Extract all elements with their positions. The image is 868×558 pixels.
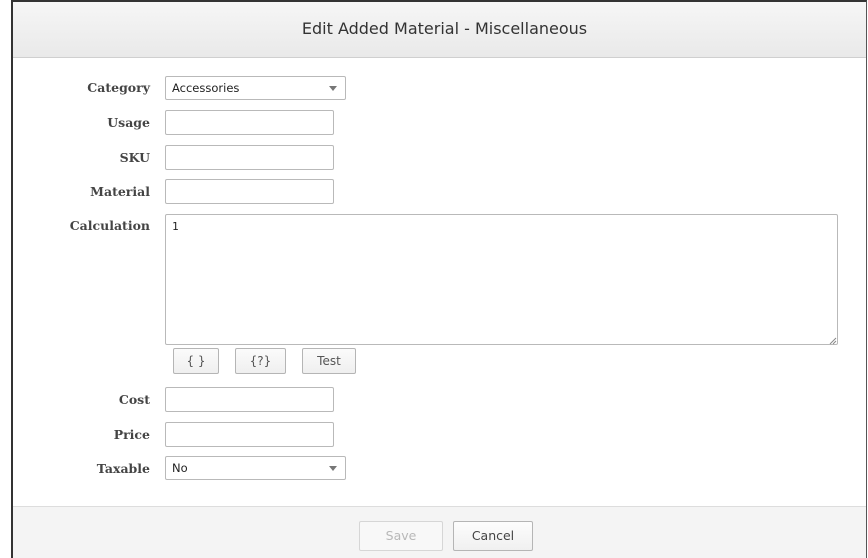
category-select[interactable]: Accessories (165, 76, 346, 100)
taxable-select[interactable]: No (165, 456, 346, 480)
usage-label: Usage (107, 115, 150, 130)
material-label: Material (90, 184, 150, 199)
chevron-down-icon (329, 86, 337, 91)
resize-grip-icon[interactable] (829, 337, 837, 345)
edit-material-dialog: Edit Added Material - Miscellaneous Cate… (11, 0, 867, 558)
cost-input[interactable] (165, 387, 334, 412)
test-calculation-button[interactable]: Test (302, 348, 356, 374)
taxable-select-value: No (172, 461, 188, 475)
calculation-label: Calculation (69, 218, 150, 233)
save-button[interactable]: Save (359, 521, 443, 551)
chevron-down-icon (329, 466, 337, 471)
cancel-button[interactable]: Cancel (453, 521, 533, 551)
field-help-button[interactable]: {?} (235, 348, 286, 374)
taxable-label: Taxable (96, 461, 150, 476)
category-select-value: Accessories (172, 81, 240, 95)
sku-label: SKU (119, 150, 150, 165)
price-label: Price (113, 427, 150, 442)
usage-input[interactable] (165, 110, 334, 135)
price-input[interactable] (165, 422, 334, 447)
calculation-textarea[interactable]: 1 (165, 214, 838, 345)
dialog-title: Edit Added Material - Miscellaneous (301, 19, 588, 38)
insert-field-button[interactable]: { } (173, 348, 219, 374)
cost-label: Cost (118, 392, 150, 407)
dialog-body: Category Accessories Usage SKU Material … (13, 58, 866, 506)
category-label: Category (87, 80, 150, 95)
sku-input[interactable] (165, 145, 334, 170)
dialog-titlebar: Edit Added Material - Miscellaneous (13, 2, 866, 58)
dialog-footer: Save Cancel (13, 506, 866, 558)
material-input[interactable] (165, 179, 334, 204)
